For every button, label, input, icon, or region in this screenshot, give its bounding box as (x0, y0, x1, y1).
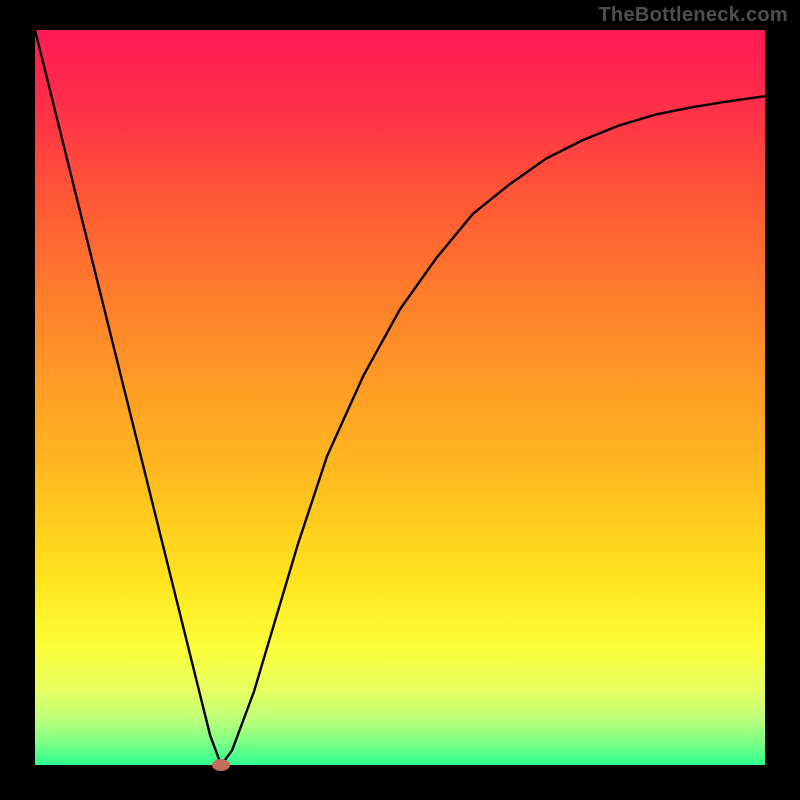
curve-svg (35, 30, 765, 765)
plot-area (35, 30, 765, 765)
bottleneck-curve-path (35, 30, 765, 765)
minimum-marker-dot (212, 759, 230, 771)
chart-frame: TheBottleneck.com (0, 0, 800, 800)
watermark-text: TheBottleneck.com (598, 4, 788, 27)
